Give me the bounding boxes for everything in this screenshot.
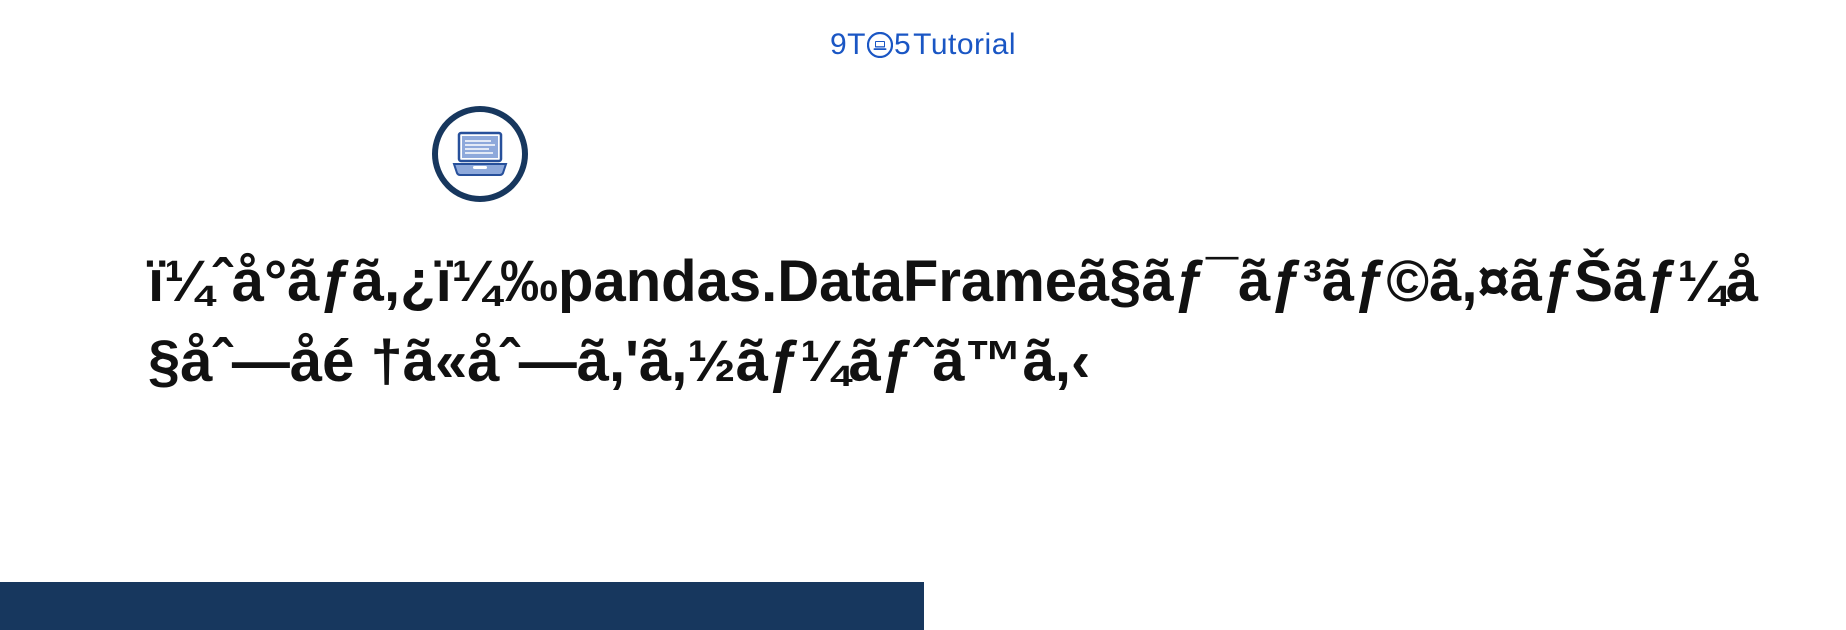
- brand-logo[interactable]: 9 T 5 Tutorial: [830, 28, 1016, 62]
- brand-text-tutorial: Tutorial: [913, 28, 1016, 62]
- brand-text-5: 5: [894, 28, 911, 62]
- site-header: 9 T 5 Tutorial: [0, 0, 1846, 62]
- decorative-bottom-bar: [0, 582, 924, 630]
- brand-o-laptop-icon: [867, 32, 893, 58]
- brand-text-9: 9: [830, 28, 847, 62]
- article-title: ï¼ˆå°ãƒã,¿ï¼‰pandas.DataFrameã§ãƒ¯ãƒ³ãƒ©…: [148, 242, 1786, 402]
- author-avatar-container: [432, 106, 528, 202]
- brand-text-T: T: [847, 28, 866, 62]
- laptop-avatar-icon: [432, 106, 528, 202]
